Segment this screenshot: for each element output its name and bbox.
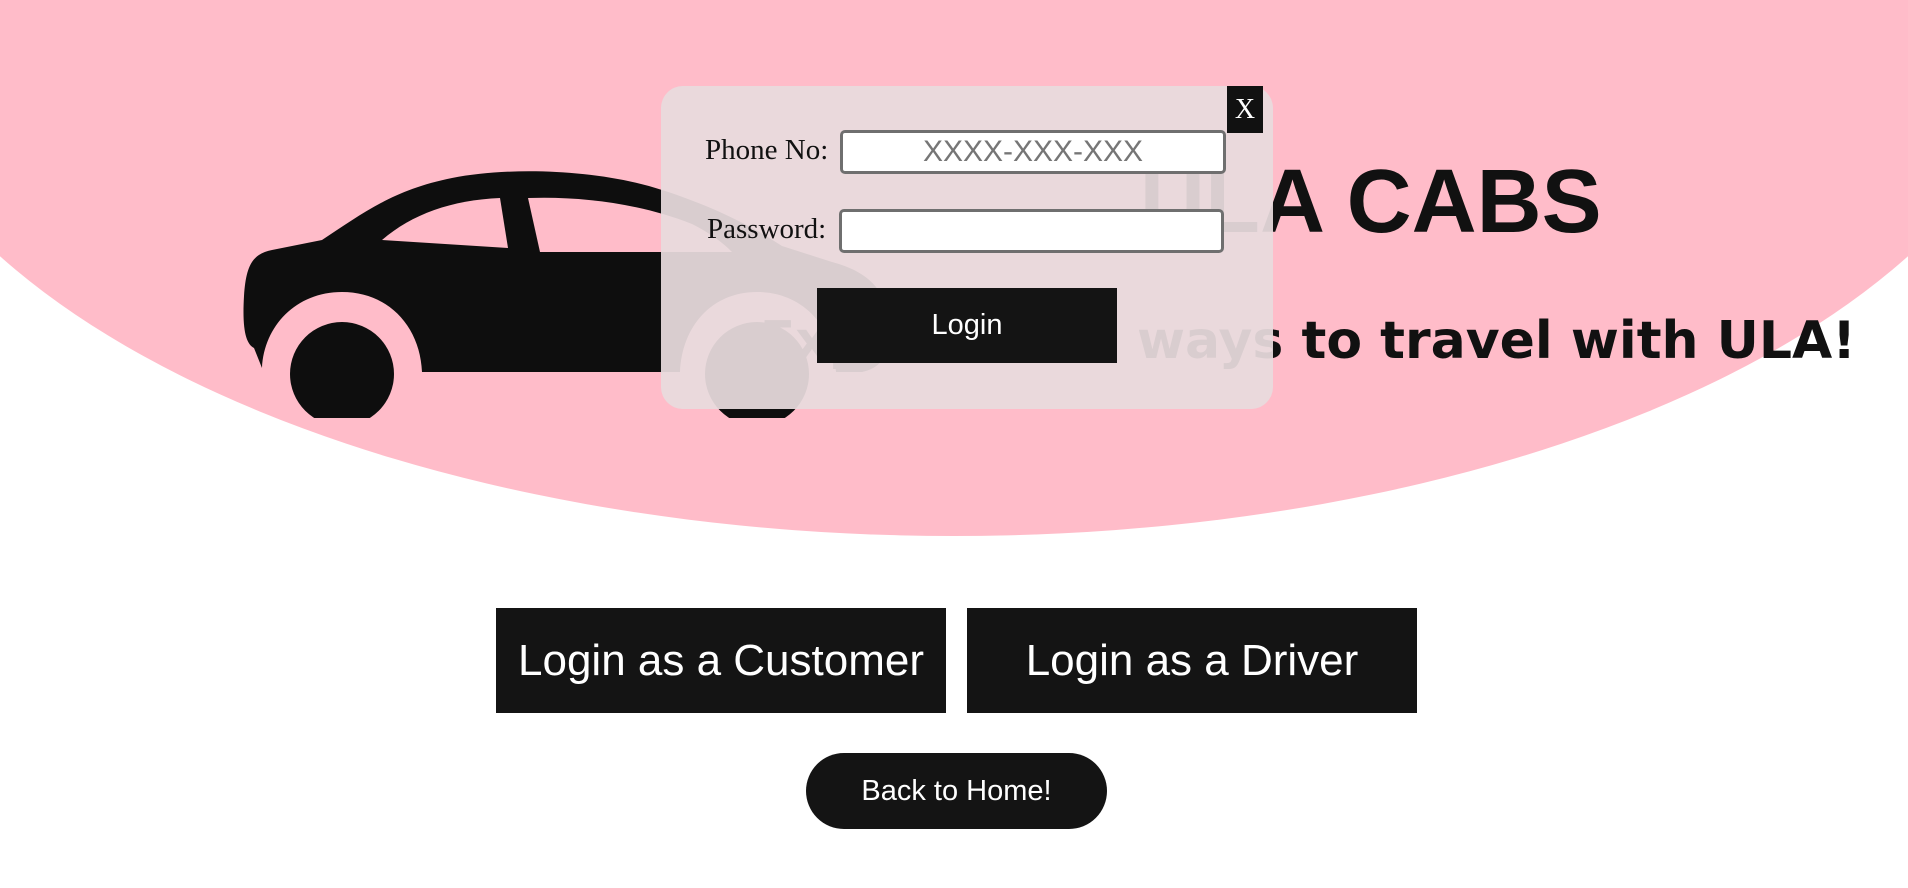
customer-login-button[interactable]: Login as a Customer [496, 608, 946, 713]
password-input[interactable] [839, 209, 1224, 253]
login-submit-button[interactable]: Login [817, 288, 1117, 363]
login-page: ULA CABS Explore new ways to travel with… [0, 0, 1908, 888]
password-label: Password: [707, 213, 827, 245]
phone-input[interactable] [840, 130, 1226, 174]
back-home-button[interactable]: Back to Home! [806, 753, 1107, 829]
close-modal-button[interactable]: X [1227, 86, 1263, 133]
driver-login-button[interactable]: Login as a Driver [967, 608, 1417, 713]
phone-label: Phone No: [705, 134, 829, 166]
